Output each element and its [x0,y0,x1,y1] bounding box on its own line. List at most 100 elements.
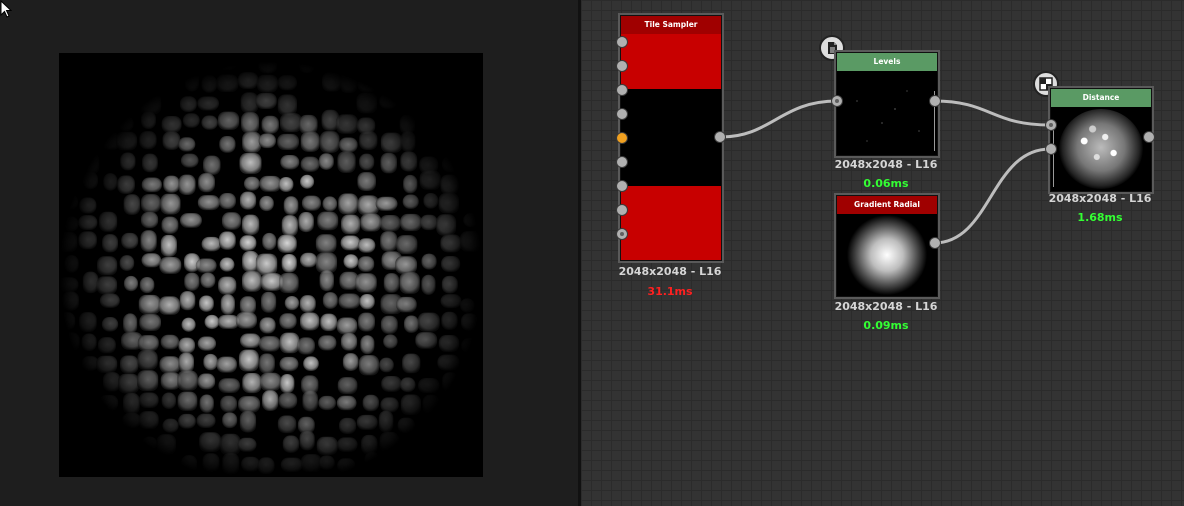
input-port[interactable] [616,228,628,240]
texture-cell [258,56,278,74]
texture-cell [417,312,440,332]
texture-cell [283,196,299,216]
texture-cell [315,234,337,254]
levels-node[interactable]: Levels [834,50,940,158]
texture-cell [400,394,422,416]
texture-cell [364,451,379,472]
texture-cell [319,131,340,153]
texture-cell [337,377,358,395]
texture-cell [121,232,139,249]
texture-cell [218,231,236,250]
texture-cell [199,432,222,452]
output-port[interactable] [929,95,941,107]
node-thumbnail [837,71,937,155]
texture-cell [82,152,100,175]
texture-cell [141,194,161,213]
texture-cell [318,455,335,470]
input-port[interactable] [616,156,628,168]
texture-cell [279,373,295,394]
texture-cell [120,355,139,374]
texture-cell [442,156,460,173]
texture-cell [261,115,279,134]
texture-cell [259,175,282,192]
texture-cell [336,317,358,335]
texture-preview-image[interactable] [59,53,483,477]
texture-cell [221,212,242,230]
texture-cell [177,391,198,411]
texture-cell [299,53,315,74]
texture-cell [420,214,438,231]
texture-cell [379,431,399,453]
gradient-radial-node[interactable]: Gradient Radial [834,193,940,299]
texture-cell [216,74,239,93]
texture-cell [282,435,300,453]
texture-cell [198,295,214,312]
texture-cell [262,232,277,251]
texture-cell [160,193,181,215]
output-port[interactable] [1143,131,1155,143]
texture-cell [338,193,358,215]
preview-panel [0,0,578,506]
input-port[interactable] [616,204,628,216]
texture-cell [360,335,375,355]
input-port[interactable] [1045,119,1057,131]
texture-cell [218,55,237,71]
texture-cell [203,353,218,371]
texture-cell [138,392,159,409]
texture-cell [300,454,322,473]
texture-cell [64,255,79,273]
texture-cell [281,215,298,237]
texture-cell [179,96,197,112]
texture-cell [277,234,297,253]
texture-cell [396,296,417,313]
input-port[interactable] [616,108,628,120]
texture-cell [123,275,139,292]
input-port-active[interactable] [616,132,628,144]
distance-node[interactable]: Distance [1048,86,1154,194]
texture-cell [102,372,121,392]
node-title: Distance [1051,89,1151,107]
texture-cell [162,418,179,433]
output-port[interactable] [714,131,726,143]
texture-cell [320,313,338,332]
texture-cell [300,252,317,268]
input-port[interactable] [616,36,628,48]
texture-cell [117,175,135,194]
texture-cell [301,195,321,211]
texture-cell [197,96,219,111]
input-port[interactable] [616,84,628,96]
texture-cell [79,197,97,214]
texture-cell [216,356,237,373]
texture-cell [184,69,200,92]
texture-cell [356,414,378,430]
output-port[interactable] [929,237,941,249]
texture-cell [177,370,198,391]
texture-cell [415,332,438,349]
texture-cell [277,75,297,91]
texture-cell [440,234,462,253]
texture-cell [300,156,320,172]
texture-cell [140,211,159,229]
texture-cell [402,353,421,374]
input-port[interactable] [616,60,628,72]
node-graph-canvas[interactable]: Tile Sampler 2048x2048 - L16 31.1ms Leve… [581,0,1184,506]
wire-tile-to-levels [720,99,838,139]
texture-cell [219,257,235,272]
texture-cell [260,291,277,313]
texture-cell [380,132,403,153]
input-port[interactable] [616,180,628,192]
input-port[interactable] [1045,143,1057,155]
texture-cell [399,272,420,294]
texture-cell [342,353,359,371]
tile-sampler-node[interactable]: Tile Sampler [618,13,724,263]
texture-cell [357,238,376,253]
texture-cell [396,235,418,254]
texture-cell [340,333,358,351]
mouse-cursor-icon [0,0,12,18]
texture-cell [441,311,458,330]
texture-cell [337,437,358,452]
texture-cell [335,114,358,134]
texture-cell [217,111,240,130]
texture-cell [178,174,196,195]
input-port[interactable] [831,95,843,107]
